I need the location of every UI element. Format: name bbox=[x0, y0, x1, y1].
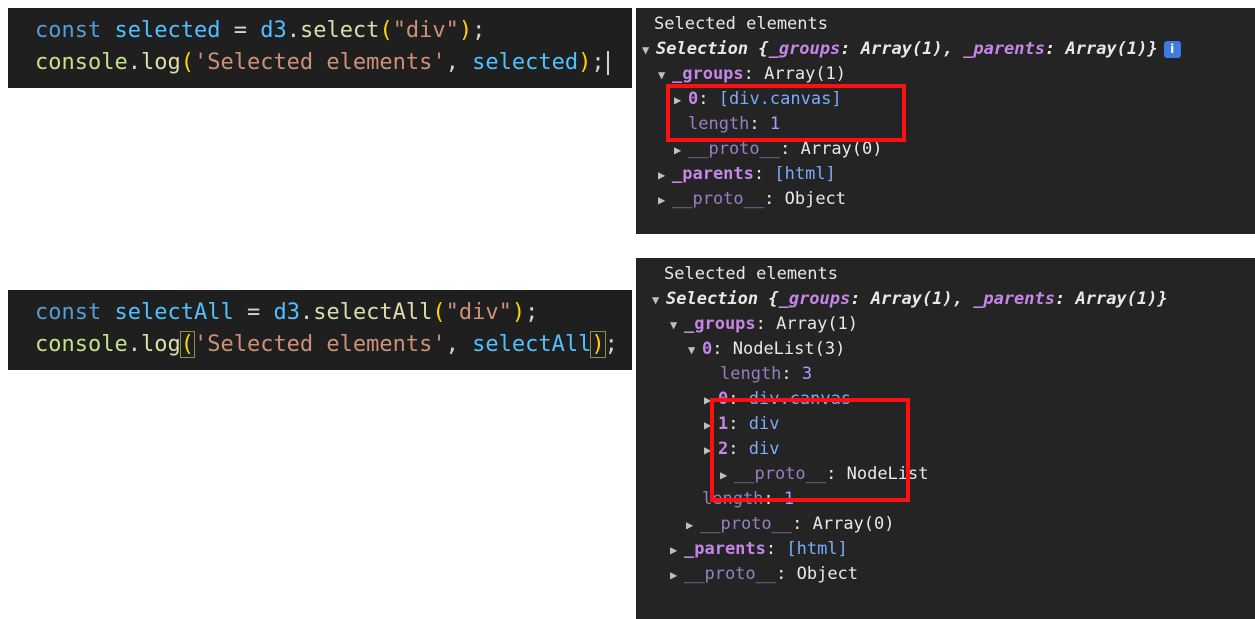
variable-name: selected bbox=[114, 18, 221, 43]
info-icon[interactable]: i bbox=[1163, 40, 1181, 58]
highlight-box bbox=[710, 398, 910, 502]
groups-proto-row[interactable]: ▶ __proto__: Array(0) bbox=[686, 512, 895, 537]
code-line-2: console.log('Selected elements', selecte… bbox=[35, 48, 609, 78]
selector-string: "div" bbox=[392, 18, 459, 43]
select-function: select bbox=[299, 18, 380, 43]
console-output-2: Selected elements ▼ Selection {_groups: A… bbox=[636, 258, 1255, 619]
console-log-label: Selected elements bbox=[664, 264, 838, 284]
collapsed-triangle-icon: ▶ bbox=[670, 543, 678, 557]
parents-row[interactable]: ▶ _parents: [html] bbox=[670, 537, 848, 562]
selection-proto-row[interactable]: ▶ __proto__: Object bbox=[658, 187, 846, 212]
code-line-2: console.log('Selected elements', selectA… bbox=[35, 331, 618, 358]
log-variable: selectAll bbox=[472, 332, 592, 357]
collapsed-triangle-icon: ▶ bbox=[658, 168, 666, 182]
assign-operator: = bbox=[233, 300, 274, 325]
console-output-1: Selected elements ▼ Selection {_groups: A… bbox=[636, 8, 1255, 234]
code-line-1: const selectAll = d3.selectAll("div"); bbox=[35, 300, 539, 325]
code-editor-snippet-2: const selectAll = d3.selectAll("div"); c… bbox=[8, 290, 632, 370]
selector-string: "div" bbox=[445, 300, 512, 325]
groups-row[interactable]: ▼ _groups: Array(1) bbox=[670, 312, 858, 337]
parents-row[interactable]: ▶ _parents: [html] bbox=[658, 162, 836, 187]
collapsed-triangle-icon: ▶ bbox=[658, 193, 666, 207]
selection-proto-row[interactable]: ▶ __proto__: Object bbox=[670, 562, 858, 587]
nodelist-row[interactable]: ▼ 0: NodeList(3) bbox=[688, 337, 845, 362]
highlight-box bbox=[666, 84, 906, 142]
select-all-function: selectAll bbox=[313, 300, 433, 325]
console-object: console bbox=[35, 50, 128, 75]
expanded-triangle-icon: ▼ bbox=[670, 318, 678, 332]
nodelist-length-row: length: 3 bbox=[720, 364, 813, 384]
text-cursor bbox=[606, 51, 609, 75]
log-label-string: 'Selected elements' bbox=[193, 50, 446, 75]
collapsed-triangle-icon: ▶ bbox=[670, 568, 678, 582]
console-object: console bbox=[35, 332, 128, 357]
selection-summary-row[interactable]: ▼ Selection {_groups: Array(1), _parents:… bbox=[652, 287, 1168, 312]
expanded-triangle-icon: ▼ bbox=[642, 43, 650, 57]
code-editor-snippet-1: const selected = d3.select("div"); conso… bbox=[8, 8, 632, 88]
keyword-const: const bbox=[35, 300, 102, 325]
log-function: log bbox=[140, 50, 181, 75]
variable-name: selectAll bbox=[114, 300, 234, 325]
d3-object: d3 bbox=[273, 300, 300, 325]
code-line-1: const selected = d3.select("div"); bbox=[35, 18, 486, 43]
collapsed-triangle-icon: ▶ bbox=[686, 518, 694, 532]
selection-summary-row[interactable]: ▼ Selection {_groups: Array(1), _parents:… bbox=[642, 37, 1181, 62]
log-label-string: 'Selected elements' bbox=[193, 332, 446, 357]
expanded-triangle-icon: ▼ bbox=[652, 293, 660, 307]
console-log-label: Selected elements bbox=[654, 14, 828, 34]
keyword-const: const bbox=[35, 18, 102, 43]
d3-object: d3 bbox=[260, 18, 287, 43]
log-variable: selected bbox=[472, 50, 579, 75]
log-function: log bbox=[140, 332, 181, 357]
assign-operator: = bbox=[220, 18, 261, 43]
expanded-triangle-icon: ▼ bbox=[688, 343, 696, 357]
